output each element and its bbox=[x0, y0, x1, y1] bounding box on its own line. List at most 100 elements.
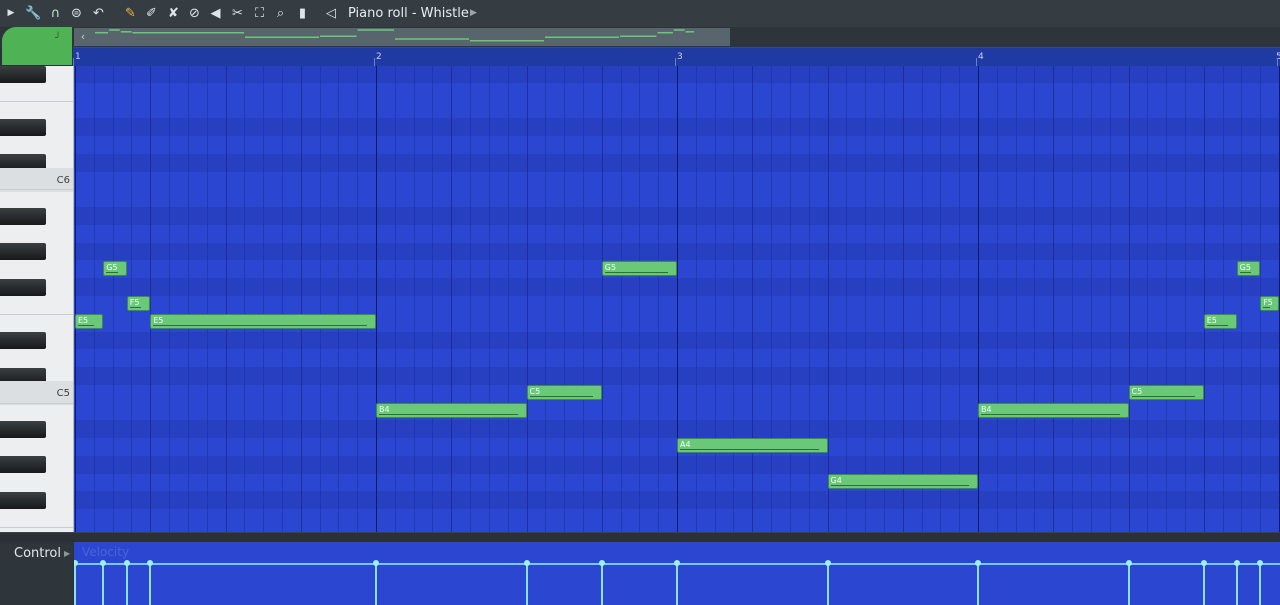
note-block[interactable]: E5 bbox=[75, 313, 104, 329]
note-label: F5 bbox=[1263, 298, 1273, 308]
toolbar: ▶ 🔧 ∩ ⊜ ↶ ✎ ✐ ✘ ⊘ ◀ ✂ ⛶ ⌕ ▮ ◁ Piano roll… bbox=[0, 0, 1280, 28]
stamp-icon[interactable]: ⊜ bbox=[68, 5, 85, 22]
grid-line bbox=[225, 66, 227, 532]
velocity-handle[interactable] bbox=[1233, 560, 1240, 566]
velocity-handle[interactable] bbox=[824, 560, 831, 566]
playback-icon[interactable]: ▮ bbox=[294, 5, 311, 22]
velocity-handle[interactable] bbox=[147, 560, 154, 566]
grid-line bbox=[1184, 66, 1186, 532]
control-arrow-icon[interactable]: ▶ bbox=[64, 549, 70, 559]
velocity-handle[interactable] bbox=[123, 560, 130, 566]
note-label: B4 bbox=[379, 404, 390, 414]
note-label: C5 bbox=[1131, 386, 1143, 396]
grid-line bbox=[902, 66, 904, 532]
pencil-icon[interactable]: ✎ bbox=[122, 5, 139, 22]
black-key[interactable] bbox=[0, 278, 46, 296]
scroll-left-icon[interactable]: ‹ bbox=[76, 28, 90, 46]
velocity-handle[interactable] bbox=[674, 560, 680, 566]
grid-line bbox=[639, 66, 641, 532]
velocity-stem[interactable] bbox=[826, 563, 829, 605]
speaker-icon[interactable]: ◀ bbox=[207, 5, 224, 22]
velocity-stem[interactable] bbox=[600, 563, 603, 605]
prev-arrow-icon[interactable]: ◁ bbox=[326, 5, 336, 22]
velocity-stem[interactable] bbox=[977, 563, 979, 605]
note-block[interactable]: F5 bbox=[126, 296, 151, 312]
timeline-ruler[interactable]: 12345 bbox=[73, 47, 1280, 67]
note-velocity-bar bbox=[153, 324, 367, 326]
velocity-handle[interactable] bbox=[1200, 560, 1207, 566]
note-block[interactable]: C5 bbox=[526, 384, 602, 400]
black-key[interactable] bbox=[0, 118, 46, 136]
black-key[interactable] bbox=[0, 66, 46, 83]
velocity-handle[interactable] bbox=[523, 560, 530, 566]
velocity-handle[interactable] bbox=[74, 560, 78, 566]
note-block[interactable]: E5 bbox=[150, 313, 376, 329]
note-block[interactable]: C5 bbox=[1128, 384, 1204, 400]
zoom-icon[interactable]: ⌕ bbox=[272, 5, 289, 22]
slice-icon[interactable]: ✂ bbox=[229, 5, 246, 22]
velocity-handle[interactable] bbox=[975, 560, 981, 566]
note-block[interactable]: A4 bbox=[677, 438, 828, 454]
grid-line bbox=[658, 66, 660, 532]
velocity-stem[interactable] bbox=[1127, 563, 1130, 605]
velocity-handle[interactable] bbox=[373, 560, 379, 566]
black-key[interactable] bbox=[0, 420, 46, 438]
wrench-icon[interactable]: 🔧 bbox=[25, 5, 42, 22]
paint-icon[interactable]: ✐ bbox=[143, 5, 160, 22]
note-block[interactable]: G5 bbox=[103, 260, 127, 276]
grid-line bbox=[620, 66, 622, 532]
next-arrow-icon[interactable]: ▶ bbox=[470, 5, 477, 22]
velocity-lane[interactable]: Velocity bbox=[74, 542, 1280, 605]
velocity-stem[interactable] bbox=[676, 563, 678, 605]
velocity-stem[interactable] bbox=[149, 563, 152, 605]
black-key[interactable] bbox=[0, 243, 46, 261]
velocity-stem[interactable] bbox=[125, 563, 128, 605]
grid-line bbox=[733, 66, 735, 532]
velocity-stem[interactable] bbox=[375, 563, 377, 605]
note-block[interactable]: E5 bbox=[1203, 313, 1237, 329]
velocity-stem[interactable] bbox=[1202, 563, 1205, 605]
magnet-icon[interactable]: ∩ bbox=[47, 5, 64, 22]
velocity-handle[interactable] bbox=[1257, 560, 1264, 566]
velocity-handle[interactable] bbox=[100, 560, 107, 566]
note-velocity-bar bbox=[981, 413, 1120, 415]
note-block[interactable]: F5 bbox=[1260, 296, 1279, 312]
delete-icon[interactable]: ✘ bbox=[165, 5, 182, 22]
black-key[interactable] bbox=[0, 207, 46, 225]
velocity-stem[interactable] bbox=[1235, 563, 1238, 605]
note-grid[interactable]: E5 G5 F5 E5 B4 C5 G5 A4 G4 B4 C5 E5 G5 F5 bbox=[74, 66, 1280, 532]
bar-number: 3 bbox=[677, 52, 683, 62]
grid-line bbox=[564, 66, 566, 532]
note-block[interactable]: G5 bbox=[601, 260, 677, 276]
note-velocity-bar bbox=[604, 271, 668, 273]
note-block[interactable]: B4 bbox=[978, 402, 1129, 418]
velocity-stem[interactable] bbox=[74, 563, 76, 605]
grid-line bbox=[545, 66, 547, 532]
grid-line bbox=[846, 66, 848, 532]
mute-icon[interactable]: ⊘ bbox=[186, 5, 203, 22]
grid-line bbox=[150, 66, 152, 532]
note-block[interactable]: G5 bbox=[1236, 260, 1261, 276]
grid-line bbox=[582, 66, 584, 532]
velocity-stem[interactable] bbox=[1259, 563, 1262, 605]
note-label: E5 bbox=[153, 315, 164, 325]
grid-line bbox=[771, 66, 773, 532]
black-key[interactable] bbox=[0, 456, 46, 474]
black-key[interactable] bbox=[0, 491, 46, 509]
select-icon[interactable]: ⛶ bbox=[251, 5, 268, 22]
velocity-handle[interactable] bbox=[1125, 560, 1132, 566]
grid-line bbox=[827, 66, 829, 532]
grid-line bbox=[357, 66, 359, 532]
play-arrow-icon[interactable]: ▶ bbox=[6, 5, 16, 22]
velocity-stem[interactable] bbox=[525, 563, 528, 605]
note-block[interactable]: B4 bbox=[376, 402, 527, 418]
black-key[interactable] bbox=[0, 332, 46, 350]
velocity-stem[interactable] bbox=[102, 563, 105, 605]
control-label[interactable]: Control bbox=[14, 546, 61, 562]
grid-line bbox=[1241, 66, 1243, 532]
piano-keyboard[interactable]: C6 C5 bbox=[0, 66, 74, 532]
grid-line bbox=[940, 66, 942, 532]
note-block[interactable]: G4 bbox=[827, 473, 978, 489]
undo-icon[interactable]: ↶ bbox=[90, 5, 107, 22]
velocity-handle[interactable] bbox=[598, 560, 605, 566]
